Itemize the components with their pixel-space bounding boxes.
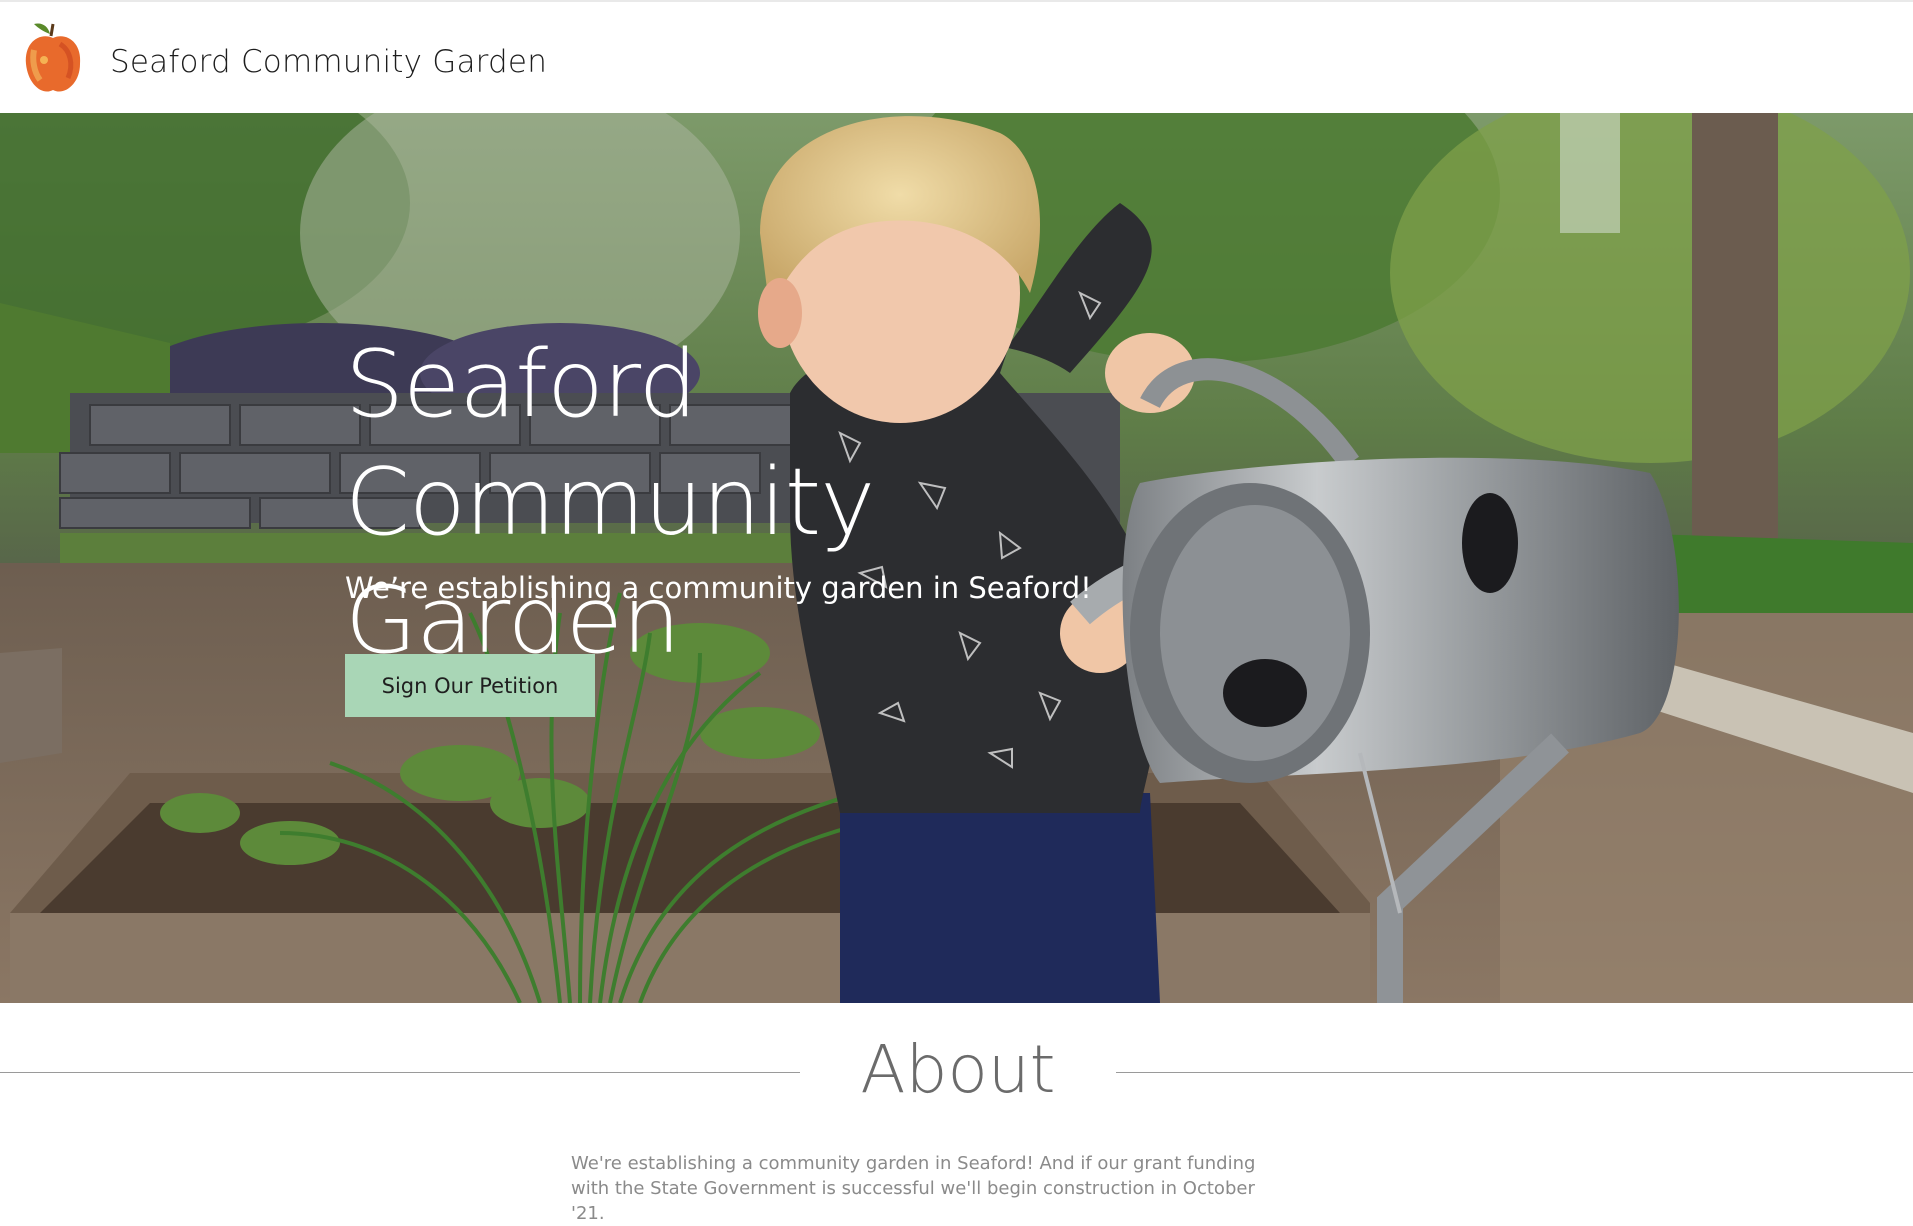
about-body-text: We're establishing a community garden in… <box>571 1153 1256 1224</box>
apple-icon[interactable] <box>20 20 86 96</box>
divider-right <box>1116 1072 1913 1073</box>
hero-subtitle: We’re establishing a community garden in… <box>345 571 1092 605</box>
sign-petition-button[interactable]: Sign Our Petition <box>345 654 595 717</box>
divider-left <box>0 1072 800 1073</box>
hero-title: Seaford Community Garden <box>345 330 875 674</box>
site-header: Seaford Community Garden <box>0 0 1913 113</box>
about-heading: About <box>860 1031 1056 1108</box>
site-title[interactable]: Seaford Community Garden <box>110 44 547 80</box>
hero-banner: Seaford Community Garden We’re establish… <box>0 113 1913 1003</box>
about-section: About We're establishing a community gar… <box>0 1003 1913 1224</box>
